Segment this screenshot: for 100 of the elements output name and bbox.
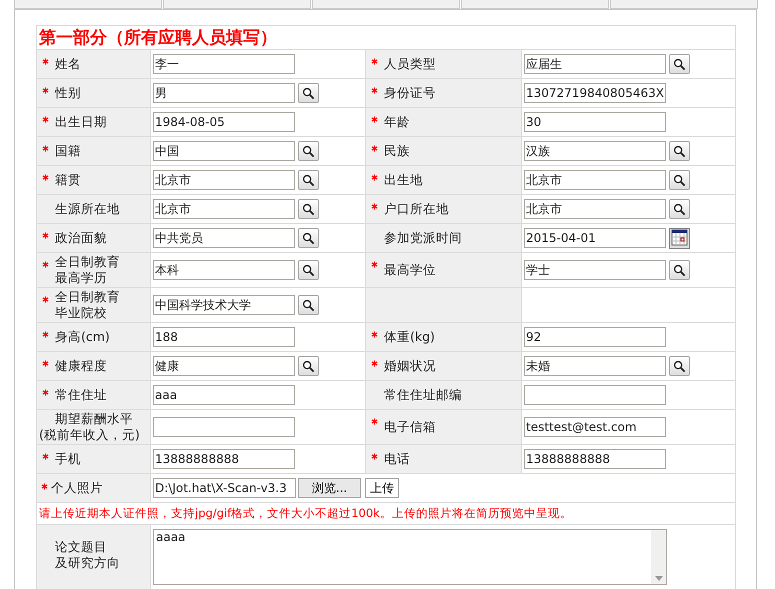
- field-label: 体重(kg): [384, 329, 435, 345]
- field-label: 全日制教育 毕业院校: [55, 289, 120, 321]
- text-field[interactable]: 北京市: [153, 170, 295, 190]
- field-label: 姓名: [55, 56, 81, 72]
- text-field[interactable]: 北京市: [524, 170, 666, 190]
- upload-button[interactable]: 上传: [365, 478, 399, 498]
- search-button[interactable]: [298, 295, 319, 315]
- text-field[interactable]: 188: [153, 327, 295, 347]
- search-button[interactable]: [298, 170, 319, 190]
- field-label: 论文题目 及研究方向: [55, 539, 120, 571]
- text-field[interactable]: 本科: [153, 260, 295, 280]
- calendar-button[interactable]: [669, 228, 690, 248]
- field-label: 身高(cm): [55, 329, 110, 345]
- text-field[interactable]: aaa: [153, 385, 295, 405]
- required-asterisk-icon: [42, 360, 49, 367]
- text-field[interactable]: 中国: [153, 141, 295, 161]
- search-icon: [673, 58, 686, 70]
- text-field[interactable]: 应届生: [524, 54, 666, 74]
- search-button[interactable]: [298, 228, 319, 248]
- search-button[interactable]: [669, 170, 690, 190]
- field-label: 手机: [55, 451, 81, 467]
- field-label: 最高学位: [384, 262, 436, 278]
- search-button[interactable]: [669, 199, 690, 219]
- text-field[interactable]: 1984-08-05: [153, 112, 295, 132]
- text-field[interactable]: 李一: [153, 54, 295, 74]
- field-label: 出生日期: [55, 114, 107, 130]
- search-icon: [302, 144, 315, 158]
- field-label: 电子信箱: [384, 419, 436, 435]
- text-field[interactable]: 北京市: [524, 199, 666, 219]
- text-field[interactable]: [153, 417, 295, 437]
- text-field[interactable]: 健康: [153, 356, 295, 376]
- search-icon: [302, 264, 315, 276]
- text-field[interactable]: 中国科学技术大学: [153, 295, 295, 315]
- file-path-field[interactable]: D:\Jot.hat\X-Scan-v3.3: [153, 478, 296, 498]
- search-icon: [673, 174, 686, 186]
- search-icon: [302, 202, 315, 216]
- search-button[interactable]: [669, 54, 690, 74]
- text-field[interactable]: 92: [524, 327, 666, 347]
- search-button[interactable]: [298, 141, 319, 161]
- field-label: 常住住址邮编: [384, 387, 462, 403]
- text-area[interactable]: aaaa: [153, 529, 667, 585]
- search-icon: [302, 86, 315, 100]
- field-label: 身份证号: [384, 85, 436, 101]
- search-button[interactable]: [298, 199, 319, 219]
- scrollbar[interactable]: [651, 530, 666, 584]
- search-icon: [302, 360, 315, 372]
- field-label: 民族: [384, 143, 410, 159]
- required-asterisk-icon: [42, 87, 49, 94]
- search-icon: [673, 360, 686, 372]
- field-label: 户口所在地: [384, 201, 449, 217]
- search-button[interactable]: [669, 260, 690, 280]
- text-field[interactable]: 学士: [524, 260, 666, 280]
- field-label: 个人照片: [51, 480, 103, 494]
- text-field[interactable]: 2015-04-01: [524, 228, 666, 248]
- field-label: 电话: [384, 451, 410, 467]
- field-label: 生源所在地: [55, 201, 120, 217]
- search-button[interactable]: [669, 356, 690, 376]
- required-asterisk-icon: [42, 145, 49, 152]
- field-label: 参加党派时间: [384, 230, 462, 246]
- field-label: 政治面貌: [55, 230, 107, 246]
- text-field[interactable]: 13888888888: [153, 449, 295, 469]
- text-field[interactable]: testtest@test.com: [524, 417, 666, 437]
- text-field[interactable]: 未婚: [524, 356, 666, 376]
- calendar-icon: [670, 229, 688, 247]
- required-asterisk-icon: [371, 116, 378, 123]
- search-button[interactable]: [669, 141, 690, 161]
- required-asterisk-icon: [42, 453, 49, 460]
- search-button[interactable]: [298, 83, 319, 103]
- search-icon: [302, 232, 315, 244]
- search-icon: [673, 264, 686, 276]
- text-field[interactable]: 男: [153, 83, 295, 103]
- text-field[interactable]: 13072719840805463X: [524, 83, 666, 103]
- field-label: 性别: [55, 85, 81, 101]
- field-label: 籍贯: [55, 172, 81, 188]
- upload-notice: 请上传近期本人证件照，支持jpg/gif格式，文件大小不超过100k。上传的照片将在简历预览中呈现。: [38, 506, 572, 520]
- field-label: 国籍: [55, 143, 81, 159]
- field-label: 全日制教育 最高学历: [55, 254, 120, 286]
- field-label: 出生地: [384, 172, 423, 188]
- required-asterisk-icon: [371, 360, 378, 367]
- search-icon: [302, 174, 315, 186]
- browse-button[interactable]: 浏览...: [298, 478, 361, 498]
- required-asterisk-icon: [42, 261, 49, 268]
- required-asterisk-icon: [42, 58, 49, 65]
- text-field[interactable]: [524, 385, 666, 405]
- text-field[interactable]: 北京市: [153, 199, 295, 219]
- required-asterisk-icon: [371, 58, 378, 65]
- search-button[interactable]: [298, 356, 319, 376]
- required-asterisk-icon: [371, 261, 378, 268]
- text-field[interactable]: 30: [524, 112, 666, 132]
- search-button[interactable]: [298, 260, 319, 280]
- text-field[interactable]: 汉族: [524, 141, 666, 161]
- text-field[interactable]: 13888888888: [524, 449, 666, 469]
- required-asterisk-icon: [42, 389, 49, 396]
- required-asterisk-icon: [371, 453, 378, 460]
- search-icon: [673, 202, 686, 216]
- field-label: 年龄: [384, 114, 410, 130]
- text-field[interactable]: 中共党员: [153, 228, 295, 248]
- required-asterisk-icon: [42, 331, 49, 338]
- search-icon: [673, 144, 686, 158]
- required-asterisk-icon: [371, 145, 378, 152]
